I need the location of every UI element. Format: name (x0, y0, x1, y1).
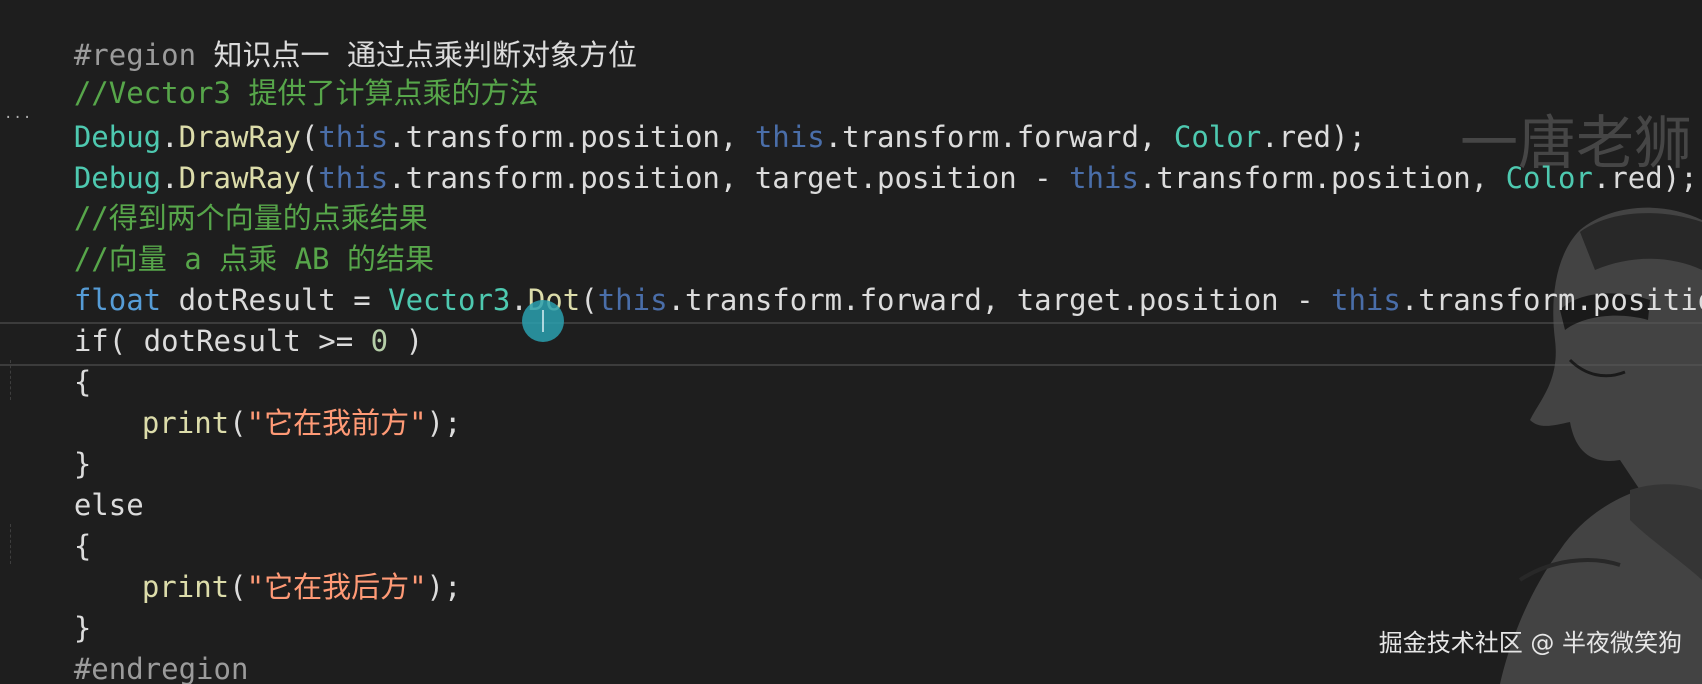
punct: ); (426, 570, 462, 604)
fold-marker[interactable]: ... (4, 106, 32, 122)
code-text: ( dotResult >= (108, 324, 371, 358)
code-line-drawray-target[interactable]: Debug.DrawRay(this.transform.position, t… (4, 117, 1698, 195)
code-line-open-brace[interactable]: { (4, 321, 91, 399)
color-class: Color (1505, 161, 1593, 195)
code-text: .transform.position, (1138, 161, 1506, 195)
code-line-comment[interactable]: //Vector3 提供了计算点乘的方法 (4, 32, 539, 110)
code-line-close-brace[interactable]: } (4, 567, 91, 645)
code-line-print-front[interactable]: print("它在我前方"); (4, 362, 462, 440)
code-line-region[interactable]: #region 知识点一 通过点乘判断对象方位 (4, 0, 637, 72)
punct: ( (580, 283, 598, 317)
code-text: .red); (1592, 161, 1698, 195)
code-line-if[interactable]: if( dotResult >= 0 ) (4, 280, 423, 358)
code-line-open-brace[interactable]: { (4, 485, 91, 563)
code-editor[interactable]: ... #region 知识点一 通过点乘判断对象方位 //Vector3 提供… (0, 0, 1702, 684)
mouse-cursor-highlight (522, 300, 564, 342)
print-method: print (141, 406, 230, 440)
print-method: print (141, 570, 230, 604)
code-line-print-behind[interactable]: print("它在我后方"); (4, 526, 462, 604)
i-beam-cursor-icon (542, 310, 544, 332)
code-line-endregion[interactable]: #endregion (4, 608, 249, 684)
code-text: .transform.forward, target.position - (667, 283, 1331, 317)
punct: ); (426, 406, 462, 440)
this-keyword: this (1069, 161, 1139, 195)
this-keyword: this (597, 283, 668, 317)
this-keyword: this (1331, 283, 1401, 317)
code-line-drawray-forward[interactable]: Debug.DrawRay(this.transform.position, t… (4, 76, 1366, 154)
code-line-dot-product[interactable]: float dotResult = Vector3.Dot(this.trans… (4, 239, 1702, 317)
code-text: .transform.position); (1400, 283, 1702, 317)
number-literal: 0 (370, 324, 389, 358)
code-line-comment[interactable]: //得到两个向量的点乘结果 (4, 157, 428, 235)
punct: ( (229, 570, 247, 604)
string-literal: "它在我前方" (246, 406, 427, 440)
code-text: .transform.position, target.position - (388, 161, 1070, 195)
code-line-close-brace[interactable]: } (4, 403, 91, 481)
string-literal: "它在我后方" (246, 570, 427, 604)
source-watermark: 掘金技术社区 @ 半夜微笑狗 (1378, 629, 1682, 657)
code-line-else[interactable]: else (4, 444, 144, 522)
endregion-directive: #endregion (73, 652, 249, 684)
code-line-comment[interactable]: //向量 a 点乘 AB 的结果 (4, 198, 434, 276)
code-text: ) (388, 324, 424, 358)
punct: ( (229, 406, 247, 440)
